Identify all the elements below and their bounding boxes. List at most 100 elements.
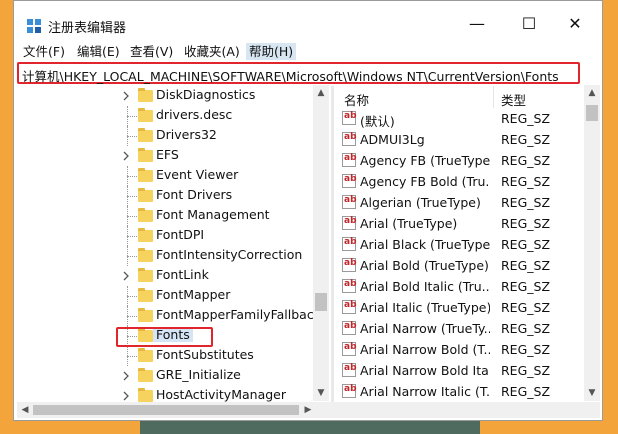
value-row[interactable]: ab Arial (TrueType) REG_SZ	[334, 213, 584, 234]
value-name: Arial Bold Italic (Tru...	[360, 279, 490, 294]
value-row[interactable]: ab Agency FB (TrueType) REG_SZ	[334, 150, 584, 171]
close-button[interactable]: ✕	[552, 9, 598, 39]
value-row[interactable]: ab Arial Italic (TrueType) REG_SZ	[334, 297, 584, 318]
column-header-name[interactable]: 名称	[344, 90, 369, 109]
tree-connector-dash	[127, 176, 137, 177]
menu-edit[interactable]: 编辑(E)	[74, 43, 123, 60]
folder-icon	[138, 228, 153, 242]
tree-item[interactable]: Event Viewer	[17, 166, 317, 186]
registry-key-tree: DiskDiagnostics drivers.desc Drivers32 EFS E…	[17, 86, 331, 402]
scroll-left-icon[interactable]: ◀	[17, 402, 33, 418]
window-title: 注册表编辑器	[48, 21, 127, 36]
tree-item[interactable]: Drivers32	[17, 126, 317, 146]
scroll-right-icon[interactable]: ▶	[300, 402, 316, 418]
string-value-icon: ab	[342, 216, 357, 230]
value-row[interactable]: ab Arial Narrow Italic (T... REG_SZ	[334, 381, 584, 402]
address-bar[interactable]: 计算机\HKEY_LOCAL_MACHINE\SOFTWARE\Microsof…	[17, 62, 580, 84]
scroll-up-icon[interactable]: ▲	[584, 85, 600, 101]
string-value-icon: ab	[342, 195, 357, 209]
value-row[interactable]: ab Arial Narrow (TrueTy... REG_SZ	[334, 318, 584, 339]
chevron-right-icon[interactable]	[121, 91, 131, 101]
folder-icon	[138, 288, 153, 302]
chevron-right-icon[interactable]	[121, 271, 131, 281]
menu-view[interactable]: 查看(V)	[127, 43, 176, 60]
tree-item[interactable]: Font Management	[17, 206, 317, 226]
list-vertical-scrollbar[interactable]: ▲ ▼	[584, 85, 600, 401]
menu-help[interactable]: 帮助(H)	[246, 43, 297, 60]
folder-icon	[138, 108, 153, 122]
tree-item-label: Font Drivers	[156, 187, 233, 202]
value-row[interactable]: ab ADMUI3Lg REG_SZ	[334, 129, 584, 150]
tree-item-label: GRE_Initialize	[156, 367, 241, 382]
tree-item[interactable]: FontSubstitutes	[17, 346, 317, 366]
value-row[interactable]: ab Arial Narrow Bold (T... REG_SZ	[334, 339, 584, 360]
value-name: Arial (TrueType)	[360, 216, 458, 231]
horizontal-scroll-thumb[interactable]	[33, 405, 299, 415]
menu-bar: 文件(F) 编辑(E) 查看(V) 收藏夹(A) 帮助(H)	[14, 41, 602, 61]
tree-item[interactable]: FontMapper	[17, 286, 317, 306]
string-value-icon: ab	[342, 237, 357, 251]
tree-item[interactable]: HostActivityManager	[17, 386, 317, 402]
tree-item-label: FontMapper	[156, 287, 231, 302]
list-scroll-thumb[interactable]	[586, 105, 598, 121]
value-type: REG_SZ	[501, 174, 551, 189]
scroll-down-icon[interactable]: ▼	[584, 385, 600, 401]
tree-item[interactable]: FontLink	[17, 266, 317, 286]
tree-item-label: HostActivityManager	[156, 387, 286, 402]
tree-connector-dash	[127, 236, 137, 237]
maximize-button[interactable]: ☐	[506, 9, 552, 39]
tree-item-label: FontMapperFamilyFallback	[156, 307, 321, 322]
scroll-down-icon[interactable]: ▼	[313, 385, 329, 401]
string-value-icon: ab	[342, 321, 357, 335]
values-list: 名称 类型 ab (默认) REG_SZ ab ADMUI3Lg REG_SZ ab Agen…	[334, 86, 584, 402]
string-value-icon: ab	[342, 132, 357, 146]
value-row[interactable]: ab Arial Bold (TrueType) REG_SZ	[334, 255, 584, 276]
folder-icon	[138, 168, 153, 182]
value-row[interactable]: ab Arial Narrow Bold Ita... REG_SZ	[334, 360, 584, 381]
tree-connector-dash	[127, 316, 137, 317]
menu-file[interactable]: 文件(F)	[20, 43, 68, 60]
chevron-right-icon[interactable]	[121, 391, 131, 401]
tree-item[interactable]: GRE_Initialize	[17, 366, 317, 386]
folder-icon	[138, 148, 153, 162]
value-row[interactable]: ab Arial Bold Italic (Tru... REG_SZ	[334, 276, 584, 297]
menu-favorites[interactable]: 收藏夹(A)	[181, 43, 243, 60]
value-row[interactable]: ab Arial Black (TrueType) REG_SZ	[334, 234, 584, 255]
tree-item[interactable]: FontIntensityCorrection	[17, 246, 317, 266]
value-row[interactable]: ab (默认) REG_SZ	[334, 108, 584, 129]
string-value-icon: ab	[342, 111, 357, 125]
tree-vertical-scrollbar[interactable]: ▲ ▼	[313, 85, 329, 401]
tree-item[interactable]: drivers.desc	[17, 106, 317, 126]
column-divider[interactable]	[493, 86, 494, 108]
chevron-right-icon[interactable]	[121, 371, 131, 381]
value-name: Arial Narrow Bold (T...	[360, 342, 490, 357]
folder-icon	[138, 188, 153, 202]
value-name: Algerian (TrueType)	[360, 195, 481, 210]
tree-item-label: drivers.desc	[156, 107, 233, 122]
value-type: REG_SZ	[501, 195, 551, 210]
tree-scroll-thumb[interactable]	[315, 293, 327, 311]
tree-item[interactable]: FontMapperFamilyFallback	[17, 306, 321, 326]
tree-item[interactable]: DiskDiagnostics	[17, 86, 317, 106]
value-type: REG_SZ	[501, 279, 551, 294]
tree-item[interactable]: Font Drivers	[17, 186, 317, 206]
value-row[interactable]: ab Agency FB Bold (Tru... REG_SZ	[334, 171, 584, 192]
tree-item[interactable]: FontDPI	[17, 226, 317, 246]
value-name: Arial Black (TrueType)	[360, 237, 490, 252]
tree-item-label: FontLink	[156, 267, 209, 282]
horizontal-scrollbar[interactable]: ◀ ▶	[17, 402, 600, 418]
tree-item[interactable]: EFS	[17, 146, 317, 166]
value-type: REG_SZ	[501, 237, 551, 252]
tree-item-label: FontDPI	[156, 227, 205, 242]
column-header-type[interactable]: 类型	[501, 90, 526, 109]
address-path: 计算机\HKEY_LOCAL_MACHINE\SOFTWARE\Microsof…	[22, 69, 559, 84]
value-type: REG_SZ	[501, 321, 551, 336]
string-value-icon: ab	[342, 342, 357, 356]
minimize-button[interactable]: —	[454, 9, 500, 39]
value-name: Agency FB (TrueType)	[360, 153, 490, 168]
value-type: REG_SZ	[501, 342, 551, 357]
value-type: REG_SZ	[501, 258, 551, 273]
value-row[interactable]: ab Algerian (TrueType) REG_SZ	[334, 192, 584, 213]
chevron-right-icon[interactable]	[121, 151, 131, 161]
scroll-up-icon[interactable]: ▲	[313, 85, 329, 101]
